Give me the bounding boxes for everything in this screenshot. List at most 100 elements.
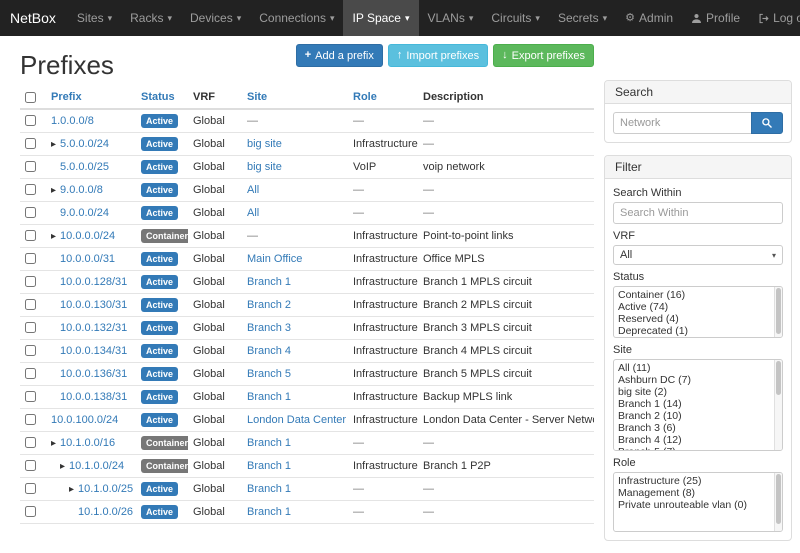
listbox-option[interactable]: Private unrouteable vlan (0) [614,499,782,511]
prefix-link[interactable]: 10.0.100.0/24 [51,414,118,426]
row-checkbox[interactable] [25,253,36,264]
search-input[interactable] [613,112,751,134]
row-checkbox[interactable] [25,322,36,333]
listbox-option[interactable]: Infrastructure (25) [614,475,782,487]
row-checkbox[interactable] [25,414,36,425]
export-prefixes-button[interactable]: ↓Export prefixes [493,44,594,67]
site-link[interactable]: Branch 1 [247,276,291,288]
search-button[interactable] [751,112,783,134]
prefix-link[interactable]: 10.0.0.128/31 [60,276,127,288]
prefix-link[interactable]: 10.0.0.0/31 [60,253,115,265]
scrollbar[interactable] [774,287,782,337]
site-listbox[interactable]: All (11)Ashburn DC (7)big site (2)Branch… [613,359,783,451]
site-link[interactable]: All [247,207,259,219]
site-link[interactable]: Branch 2 [247,299,291,311]
site-link[interactable]: All [247,184,259,196]
site-link[interactable]: Branch 1 [247,437,291,449]
select-all-checkbox[interactable] [25,92,36,103]
description-cell: — [418,202,594,225]
prefix-link[interactable]: 5.0.0.0/24 [60,138,109,150]
prefix-link[interactable]: 9.0.0.0/24 [60,207,109,219]
col-header-site[interactable]: Site [242,86,348,109]
prefix-link[interactable]: 10.0.0.0/24 [60,230,115,242]
site-link[interactable]: Branch 1 [247,483,291,495]
vrf-select[interactable]: All▾ [613,245,783,265]
prefix-link[interactable]: 10.1.0.0/16 [60,437,115,449]
prefix-link[interactable]: 9.0.0.0/8 [60,184,103,196]
prefix-link[interactable]: 10.0.0.136/31 [60,368,127,380]
row-checkbox[interactable] [25,138,36,149]
nav-item-devices[interactable]: Devices▾ [181,0,250,36]
import-prefixes-button[interactable]: ↑Import prefixes [388,44,488,67]
row-checkbox[interactable] [25,483,36,494]
site-link[interactable]: Branch 5 [247,368,291,380]
prefix-link[interactable]: 10.0.0.134/31 [60,345,127,357]
listbox-option[interactable]: Branch 5 (7) [614,446,782,451]
row-checkbox[interactable] [25,368,36,379]
row-checkbox[interactable] [25,184,36,195]
nav-item-vlans[interactable]: VLANs▾ [419,0,483,36]
site-link[interactable]: Branch 1 [247,391,291,403]
listbox-option[interactable]: Deprecated (1) [614,325,782,337]
listbox-option[interactable]: big site (2) [614,386,782,398]
status-listbox[interactable]: Container (16)Active (74)Reserved (4)Dep… [613,286,783,338]
add-a-prefix-button[interactable]: +Add a prefix [296,44,383,67]
prefix-link[interactable]: 10.1.0.0/24 [69,460,124,472]
nav-item-connections[interactable]: Connections▾ [250,0,343,36]
site-link[interactable]: big site [247,138,282,150]
row-checkbox[interactable] [25,276,36,287]
listbox-option[interactable]: Branch 3 (6) [614,422,782,434]
listbox-option[interactable]: Active (74) [614,301,782,313]
col-header-role[interactable]: Role [348,86,418,109]
prefix-link[interactable]: 10.0.0.138/31 [60,391,127,403]
listbox-option[interactable]: Branch 2 (10) [614,410,782,422]
nav-item-racks[interactable]: Racks▾ [121,0,181,36]
listbox-option[interactable]: Ashburn DC (7) [614,374,782,386]
prefix-link[interactable]: 10.0.0.130/31 [60,299,127,311]
log-out-link[interactable]: Log out [749,0,800,36]
prefix-link[interactable]: 5.0.0.0/25 [60,161,109,173]
col-header-prefix[interactable]: Prefix [46,86,136,109]
row-checkbox[interactable] [25,230,36,241]
row-checkbox[interactable] [25,161,36,172]
col-header-status[interactable]: Status [136,86,188,109]
prefix-link[interactable]: 10.0.0.132/31 [60,322,127,334]
nav-item-ip-space[interactable]: IP Space▾ [343,0,418,36]
prefix-link[interactable]: 10.1.0.0/25 [78,483,133,495]
row-checkbox[interactable] [25,506,36,517]
row-checkbox[interactable] [25,207,36,218]
row-checkbox[interactable] [25,115,36,126]
row-checkbox[interactable] [25,345,36,356]
profile-link[interactable]: Profile [682,0,749,36]
nav-item-secrets[interactable]: Secrets▾ [549,0,616,36]
prefix-link[interactable]: 1.0.0.0/8 [51,115,94,127]
listbox-option[interactable]: Reserved (4) [614,313,782,325]
role-listbox[interactable]: Infrastructure (25)Management (8)Private… [613,472,783,532]
listbox-option[interactable]: Branch 4 (12) [614,434,782,446]
app-logo[interactable]: NetBox [8,0,68,36]
site-link[interactable]: Main Office [247,253,302,265]
row-checkbox[interactable] [25,299,36,310]
scrollbar[interactable] [774,473,782,531]
admin-link[interactable]: ⚙Admin [616,0,682,36]
row-checkbox[interactable] [25,437,36,448]
site-link[interactable]: Branch 4 [247,345,291,357]
nav-item-sites[interactable]: Sites▾ [68,0,121,36]
listbox-option[interactable]: Branch 1 (14) [614,398,782,410]
row-checkbox[interactable] [25,460,36,471]
nav-item-label: Racks [130,11,163,25]
search-within-input[interactable] [613,202,783,224]
site-link[interactable]: London Data Center [247,414,346,426]
site-link[interactable]: big site [247,161,282,173]
prefix-link[interactable]: 10.1.0.0/26 [78,506,133,518]
row-checkbox[interactable] [25,391,36,402]
scrollbar[interactable] [774,360,782,450]
listbox-option[interactable]: All (11) [614,362,782,374]
listbox-option[interactable]: Container (16) [614,289,782,301]
site-link[interactable]: Branch 3 [247,322,291,334]
description-cell: Branch 1 MPLS circuit [418,271,594,294]
listbox-option[interactable]: Management (8) [614,487,782,499]
site-link[interactable]: Branch 1 [247,506,291,518]
nav-item-circuits[interactable]: Circuits▾ [482,0,549,36]
site-link[interactable]: Branch 1 [247,460,291,472]
